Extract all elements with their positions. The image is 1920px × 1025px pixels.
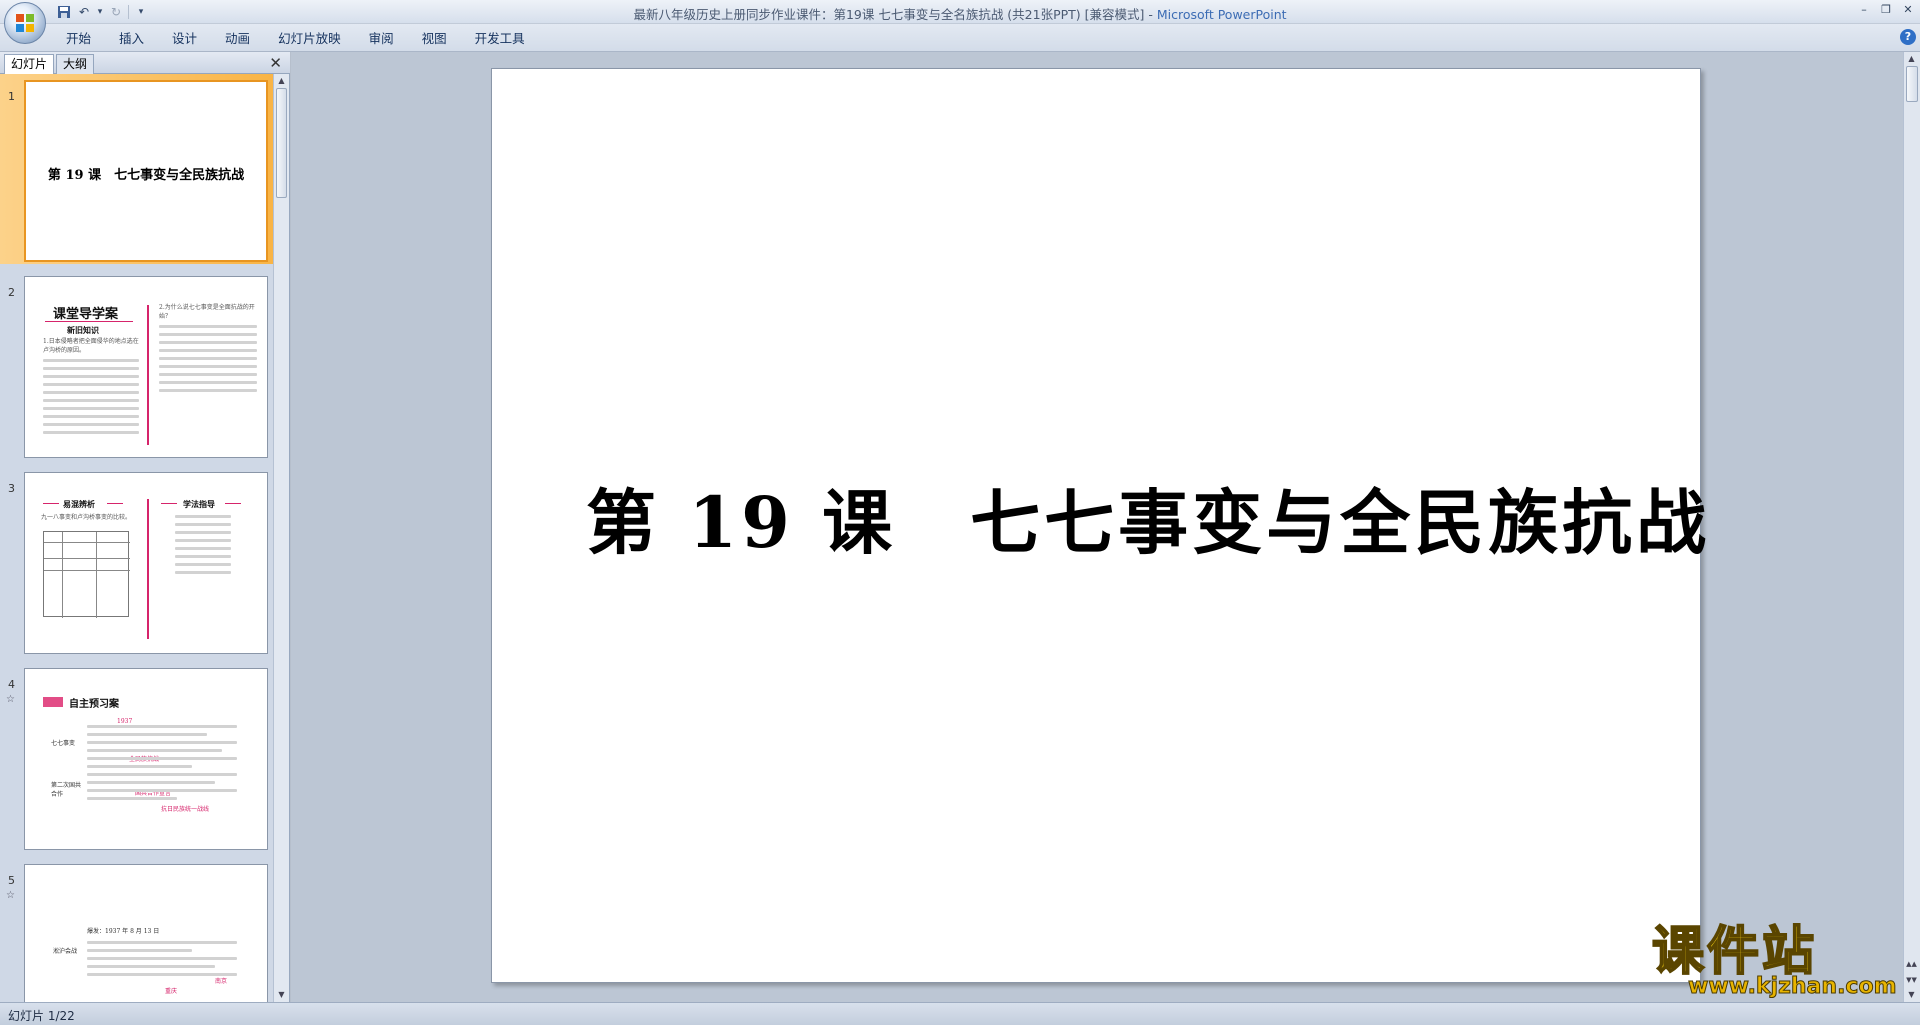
- thumbnail-preview: 课堂导学案 新旧知识 1.日本侵略者把全面侵华的地点选在卢沟桥的原因。 2.为什…: [24, 276, 268, 458]
- thumbnail-item-1: 七七事变: [51, 740, 76, 747]
- slide-number: 1: [8, 90, 15, 103]
- slide-title[interactable]: 第 19 课 七七事变与全民族抗战: [484, 467, 1784, 568]
- window-title-document: 最新八年级历史上册同步作业课件：第19课 七七事变与全名族抗战 (共21张PPT…: [633, 7, 1157, 22]
- blank-answer: 南京: [215, 978, 228, 985]
- blank-answer: 重庆: [165, 988, 178, 995]
- ribbon: 开始 插入 设计 动画 幻灯片放映 审阅 视图 开发工具 ?: [0, 24, 1920, 52]
- scroll-down-icon[interactable]: ▼: [276, 989, 287, 1001]
- tab-animations[interactable]: 动画: [211, 29, 264, 49]
- tab-slides[interactable]: 幻灯片: [4, 54, 55, 74]
- ribbon-tabs: 开始 插入 设计 动画 幻灯片放映 审阅 视图 开发工具: [52, 29, 539, 49]
- watermark-url: www.kjzhan.com: [1688, 974, 1898, 1000]
- heading-ornament: [225, 503, 241, 504]
- thumbnail-text-block: [159, 325, 257, 397]
- previous-slide-icon[interactable]: ▲▲: [1906, 958, 1917, 970]
- slide-number: 2: [8, 286, 15, 299]
- animation-star-icon: ☆: [6, 890, 15, 901]
- scroll-down-icon[interactable]: ▼: [1906, 989, 1917, 1001]
- watermark-text: 课件站: [1651, 922, 1818, 982]
- comparison-table: [43, 531, 130, 618]
- thumbnail-heading: 课堂导学案: [53, 307, 119, 322]
- tab-slideshow[interactable]: 幻灯片放映: [264, 29, 355, 49]
- powerpoint-window: ↶ ▾ ↻ ▾ 最新八年级历史上册同步作业课件：第19课 七七事变与全名族抗战 …: [0, 0, 1920, 1025]
- thumbnail-blank-4: 抗日民族统一战线: [161, 805, 231, 814]
- status-bar: 幻灯片 1/22: [0, 1002, 1920, 1025]
- slide-thumbnail-2[interactable]: 2 课堂导学案 新旧知识 1.日本侵略者把全面侵华的地点选在卢沟桥的原因。 2.…: [0, 270, 274, 460]
- thumbnail-line-1: 爆发：1937 年 8 月 13 日: [87, 928, 160, 935]
- thumbnail-text-block: [87, 941, 237, 981]
- panel-scroll-thumb[interactable]: [276, 88, 287, 198]
- section-badge: [43, 697, 63, 707]
- slide-number: 5: [8, 874, 15, 887]
- slide-counter: 幻灯片 1/22: [8, 1009, 75, 1023]
- slide-thumbnail-3[interactable]: 3 易混辨析 学法指导 九一八事变和卢沟桥事变的比较。: [0, 466, 274, 656]
- animation-star-icon: ☆: [6, 694, 15, 705]
- slide-thumbnails: 1 第 19 课 七七事变与全民族抗战 2 课堂导学案 新旧知识 1.日本侵略者…: [0, 74, 274, 1002]
- thumbnail-title: 第 19 课 七七事变与全民族抗战: [47, 168, 245, 183]
- thumbnail-heading-left: 易混辨析: [63, 499, 95, 509]
- tab-home[interactable]: 开始: [52, 29, 105, 49]
- thumbnail-text-block: [43, 359, 139, 439]
- next-slide-icon[interactable]: ▼▼: [1906, 974, 1917, 986]
- slide-thumbnail-1[interactable]: 1 第 19 课 七七事变与全民族抗战: [0, 74, 274, 264]
- window-controls: – ❐ ✕: [1854, 0, 1918, 20]
- heading-ornament: [161, 503, 177, 504]
- title-bar: ↶ ▾ ↻ ▾ 最新八年级历史上册同步作业课件：第19课 七七事变与全名族抗战 …: [0, 0, 1920, 24]
- slide-number: 4: [8, 678, 15, 691]
- slide-scrollbar[interactable]: ▲ ▲▲ ▼▼ ▼: [1903, 52, 1920, 1002]
- slide-scroll-thumb[interactable]: [1906, 66, 1918, 102]
- thumbnail-text-block: [175, 515, 231, 579]
- close-panel-icon[interactable]: ✕: [269, 54, 282, 72]
- thumbnail-heading-right: 学法指导: [183, 499, 215, 509]
- thumbnail-preview: 易混辨析 学法指导 九一八事变和卢沟桥事变的比较。: [24, 472, 268, 654]
- thumbnail-item-2: 第二次国共合作: [51, 782, 81, 798]
- tab-insert[interactable]: 插入: [105, 29, 158, 49]
- divider-line: [147, 305, 149, 445]
- thumbnail-preview: 自主预习案 七七事变 第二次国共合作 1937 全民族抗战 国共合作宣言 抗日民…: [24, 668, 268, 850]
- panel-scrollbar[interactable]: ▲ ▼: [273, 74, 289, 1002]
- thumbnail-blank-1: 南京: [215, 977, 245, 986]
- blank-answer: 1937: [117, 718, 133, 725]
- thumbnail-subheading: 新旧知识: [67, 325, 99, 335]
- scroll-up-icon[interactable]: ▲: [1906, 53, 1917, 65]
- slide-canvas: 第 19 课 七七事变与全民族抗战: [291, 52, 1903, 1002]
- tab-design[interactable]: 设计: [158, 29, 211, 49]
- slides-panel: 幻灯片 大纲 ✕ 1 第 19 课 七七事变与全民族抗战 2 课堂导学案 新旧知…: [0, 52, 290, 1002]
- tab-outline[interactable]: 大纲: [56, 54, 95, 74]
- heading-underline: [45, 321, 133, 322]
- tab-review[interactable]: 审阅: [355, 29, 408, 49]
- thumbnail-text-block: [87, 725, 237, 805]
- slide[interactable]: 第 19 课 七七事变与全民族抗战: [491, 68, 1706, 983]
- help-icon[interactable]: ?: [1900, 29, 1916, 45]
- thumbnail-heading: 自主预习案: [69, 699, 119, 710]
- site-watermark: 课件站 www.kjzhan.com: [1651, 922, 1897, 1000]
- panel-tabs: 幻灯片 大纲 ✕: [0, 52, 290, 74]
- tab-developer[interactable]: 开发工具: [461, 29, 539, 49]
- office-button[interactable]: [4, 2, 46, 44]
- divider-line: [147, 499, 149, 639]
- slide-thumbnail-4[interactable]: 4 ☆ 自主预习案 七七事变 第二次国共合作 1937 全民族抗战 国共合作宣言…: [0, 662, 274, 852]
- restore-icon[interactable]: ❐: [1876, 0, 1896, 18]
- window-title: 最新八年级历史上册同步作业课件：第19课 七七事变与全名族抗战 (共21张PPT…: [0, 4, 1920, 23]
- minimize-icon[interactable]: –: [1854, 0, 1874, 18]
- thumbnail-item-1: 淞沪会战: [53, 948, 78, 955]
- thumbnail-preview: 淞沪会战 爆发：1937 年 8 月 13 日 南京 重庆: [24, 864, 268, 1002]
- thumbnail-question-2: 2.为什么说七七事变是全面抗战的开始？: [159, 304, 255, 320]
- slide-number: 3: [8, 482, 15, 495]
- heading-ornament: [43, 503, 59, 504]
- thumbnail-blank-2: 重庆: [165, 987, 195, 996]
- thumbnail-preview: 第 19 课 七七事变与全民族抗战: [24, 80, 268, 262]
- blank-answer: 抗日民族统一战线: [161, 806, 210, 813]
- window-title-app: Microsoft PowerPoint: [1156, 7, 1287, 22]
- close-icon[interactable]: ✕: [1898, 0, 1918, 18]
- slide-thumbnail-5[interactable]: 5 ☆ 淞沪会战 爆发：1937 年 8 月 13 日 南京 重庆: [0, 858, 274, 1002]
- thumbnail-question-1: 1.日本侵略者把全面侵华的地点选在卢沟桥的原因。: [43, 338, 139, 354]
- tab-view[interactable]: 视图: [408, 29, 461, 49]
- scroll-up-icon[interactable]: ▲: [276, 75, 287, 87]
- thumbnail-question: 九一八事变和卢沟桥事变的比较。: [41, 514, 132, 521]
- office-logo-icon: [16, 14, 34, 32]
- heading-ornament: [107, 503, 123, 504]
